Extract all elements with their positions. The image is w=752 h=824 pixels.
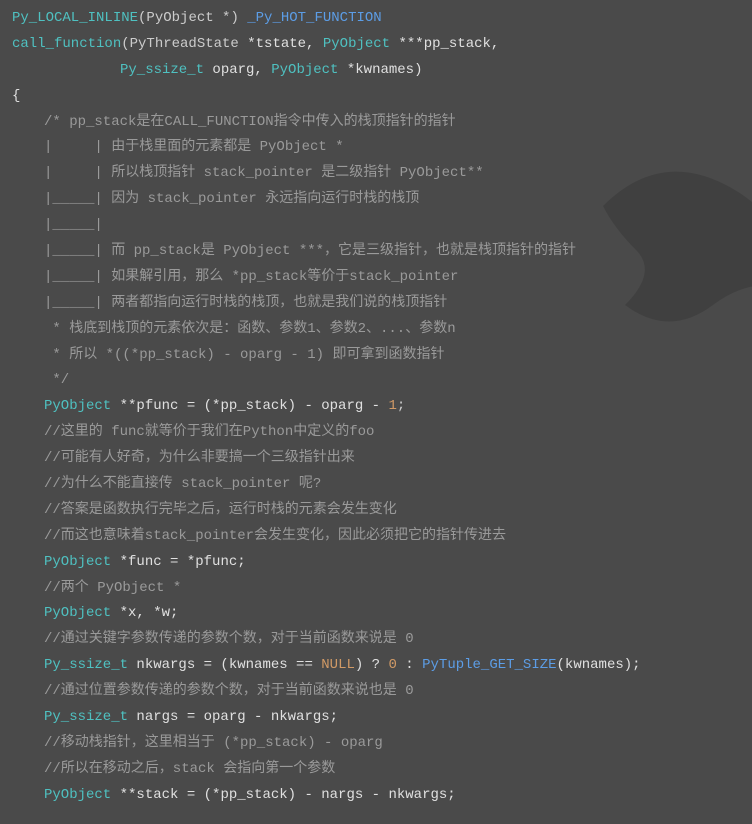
token: *tstate, xyxy=(247,36,323,52)
code-line-nargs: Py_ssize_t nargs = oparg - nkwargs; xyxy=(12,705,740,731)
token: ***pp_stack, xyxy=(399,36,500,52)
comment-line: //通过关键字参数传递的参数个数，对于当前函数来说是 0 xyxy=(12,627,740,653)
comment-line: /* pp_stack是在CALL_FUNCTION指令中传入的栈顶指针的指针 xyxy=(12,110,740,136)
token: (kwnames); xyxy=(557,657,641,673)
token: *func = *pfunc; xyxy=(120,554,246,570)
code-line-func: PyObject *func = *pfunc; xyxy=(12,550,740,576)
code-line-nkwargs: Py_ssize_t nkwargs = (kwnames == NULL) ?… xyxy=(12,653,740,679)
token-func: PyTuple_GET_SIZE xyxy=(422,657,556,673)
comment-line: //这里的 func就等价于我们在Python中定义的foo xyxy=(12,420,740,446)
sig-line-2: call_function(PyThreadState *tstate, PyO… xyxy=(12,32,740,58)
comment-line: | | 所以栈顶指针 stack_pointer 是二级指针 PyObject*… xyxy=(12,161,740,187)
comment-line: |_____| xyxy=(12,213,740,239)
code-line-xw: PyObject *x, *w; xyxy=(12,601,740,627)
token-type: Py_ssize_t xyxy=(120,62,212,78)
comment-line: //通过位置参数传递的参数个数，对于当前函数来说也是 0 xyxy=(12,679,740,705)
token-type: PyObject xyxy=(44,398,120,414)
comment-line: * 所以 *((*pp_stack) - oparg - 1) 即可拿到函数指针 xyxy=(12,343,740,369)
sig-line-1: Py_LOCAL_INLINE(PyObject *) _Py_HOT_FUNC… xyxy=(12,6,740,32)
token: ; xyxy=(397,398,405,414)
comment-line: * 栈底到栈顶的元素依次是：函数、参数1、参数2、...、参数n xyxy=(12,317,740,343)
comment-line: */ xyxy=(12,368,740,394)
comment-line: //而这也意味着stack_pointer会发生变化，因此必须把它的指针传进去 xyxy=(12,524,740,550)
brace-open: { xyxy=(12,84,740,110)
token-type: PyObject xyxy=(44,605,120,621)
token-number: 1 xyxy=(388,398,396,414)
token-type: PyObject xyxy=(271,62,347,78)
comment-line: |_____| 而 pp_stack是 PyObject ***，它是三级指针，… xyxy=(12,239,740,265)
token: ) ? xyxy=(355,657,389,673)
comment-line: //为什么不能直接传 stack_pointer 呢? xyxy=(12,472,740,498)
token: *kwnames) xyxy=(347,62,423,78)
token: : xyxy=(397,657,422,673)
token: *x, *w; xyxy=(120,605,179,621)
token: oparg, xyxy=(212,62,271,78)
token-type: PyObject xyxy=(44,554,120,570)
comment-line: |_____| 因为 stack_pointer 永远指向运行时栈的栈顶 xyxy=(12,187,740,213)
comment-line: //两个 PyObject * xyxy=(12,576,740,602)
token-number: 0 xyxy=(388,657,396,673)
code-line-stack: PyObject **stack = (*pp_stack) - nargs -… xyxy=(12,783,740,809)
comment-line: | | 由于栈里面的元素都是 PyObject * xyxy=(12,135,740,161)
token: **stack = (*pp_stack) - nargs - nkwargs; xyxy=(120,787,456,803)
token-hot: _Py_HOT_FUNCTION xyxy=(247,10,381,26)
token: **pfunc = (*pp_stack) - oparg - xyxy=(120,398,389,414)
comment-line: |_____| 如果解引用，那么 *pp_stack等价于stack_point… xyxy=(12,265,740,291)
token-funcname: call_function xyxy=(12,36,121,52)
token: (PyObject *) xyxy=(138,10,247,26)
token-type: Py_ssize_t xyxy=(44,709,136,725)
token: nargs = oparg - nkwargs; xyxy=(136,709,338,725)
comment-line: //可能有人好奇，为什么非要搞一个三级指针出来 xyxy=(12,446,740,472)
token-type: PyObject xyxy=(323,36,399,52)
token: nkwargs = (kwnames == xyxy=(136,657,321,673)
comment-line: //答案是函数执行完毕之后，运行时栈的元素会发生变化 xyxy=(12,498,740,524)
token-type: PyObject xyxy=(44,787,120,803)
comment-line: |_____| 两者都指向运行时栈的栈顶，也就是我们说的栈顶指针 xyxy=(12,291,740,317)
token-null: NULL xyxy=(321,657,355,673)
comment-line: //移动栈指针，这里相当于 (*pp_stack) - oparg xyxy=(12,731,740,757)
token: (PyThreadState xyxy=(121,36,247,52)
code-line-pfunc: PyObject **pfunc = (*pp_stack) - oparg -… xyxy=(12,394,740,420)
sig-line-3: Py_ssize_t oparg, PyObject *kwnames) xyxy=(12,58,740,84)
comment-line: //所以在移动之后，stack 会指向第一个参数 xyxy=(12,757,740,783)
token-macro: Py_LOCAL_INLINE xyxy=(12,10,138,26)
token-type: Py_ssize_t xyxy=(44,657,136,673)
